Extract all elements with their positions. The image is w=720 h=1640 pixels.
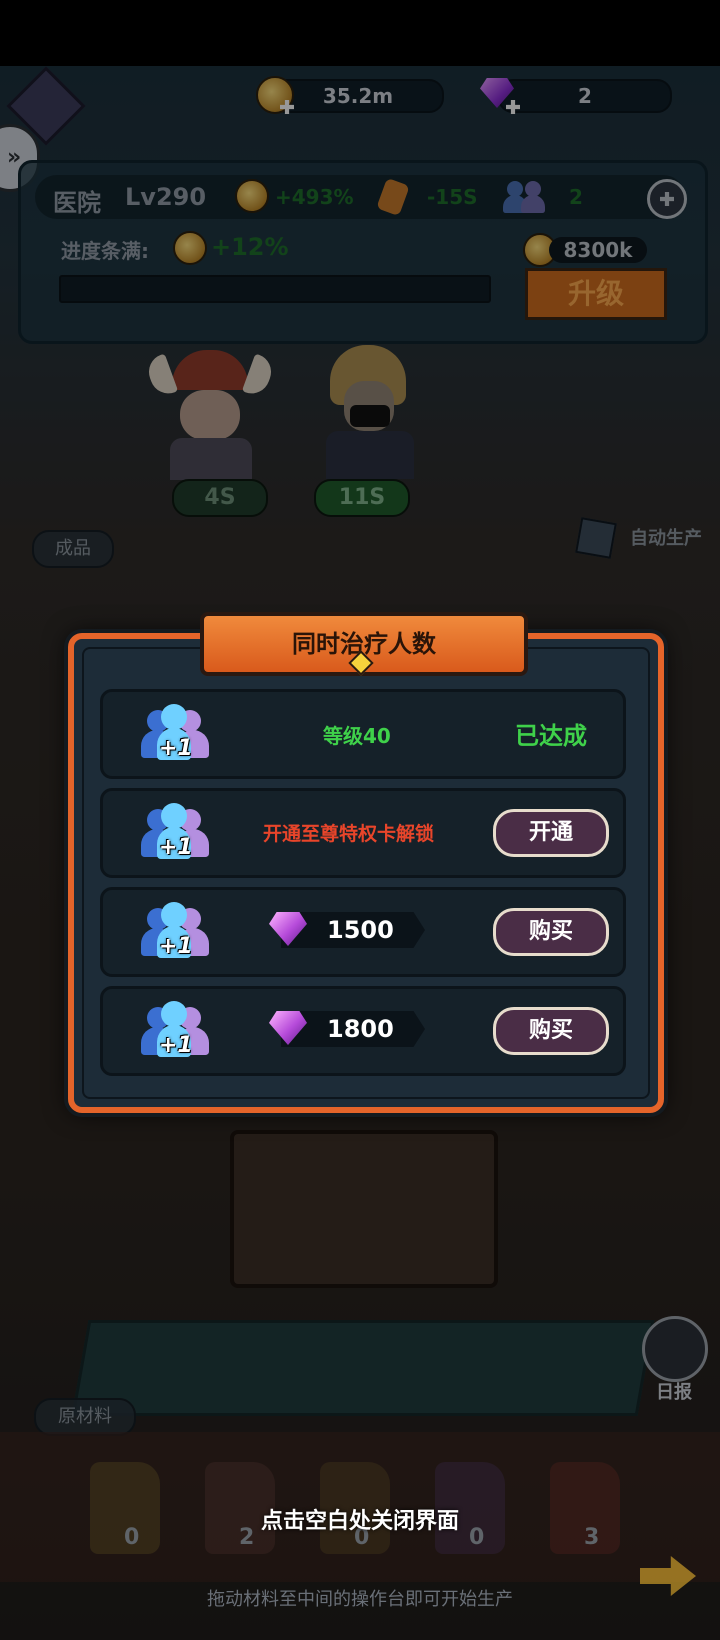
buy-button[interactable]: 购买 xyxy=(493,908,609,956)
plus-one-label: +1 xyxy=(159,736,193,761)
plus-one-label: +1 xyxy=(159,934,193,959)
patients-plus-icon: +1 xyxy=(139,803,209,863)
capacity-row-privilege: +1 开通至尊特权卡解锁 开通 xyxy=(100,788,626,878)
level-requirement: 等级40 xyxy=(323,724,391,748)
patients-plus-icon: +1 xyxy=(139,704,209,764)
price-value: 1500 xyxy=(327,916,394,944)
plus-one-label: +1 xyxy=(159,1033,193,1058)
plus-one-label: +1 xyxy=(159,835,193,860)
buy-button[interactable]: 购买 xyxy=(493,1007,609,1055)
patients-plus-icon: +1 xyxy=(139,1001,209,1061)
capacity-row-buy-1500: +1 1500 购买 xyxy=(100,887,626,977)
capacity-row-level: +1 等级40 已达成 xyxy=(100,689,626,779)
achieved-status: 已达成 xyxy=(515,722,587,750)
drag-hint: 拖动材料至中间的操作台即可开始生产 xyxy=(207,1589,513,1610)
price-value: 1800 xyxy=(327,1015,394,1043)
activate-button[interactable]: 开通 xyxy=(493,809,609,857)
patients-plus-icon: +1 xyxy=(139,902,209,962)
close-hint[interactable]: 点击空白处关闭界面 xyxy=(0,1503,720,1535)
capacity-row-buy-1800: +1 1800 购买 xyxy=(100,986,626,1076)
privilege-requirement: 开通至尊特权卡解锁 xyxy=(263,823,435,845)
treatment-capacity-modal: +1 等级40 已达成 +1 开通至尊特权卡解锁 开通 +1 1500 购买 +… xyxy=(68,633,664,1113)
